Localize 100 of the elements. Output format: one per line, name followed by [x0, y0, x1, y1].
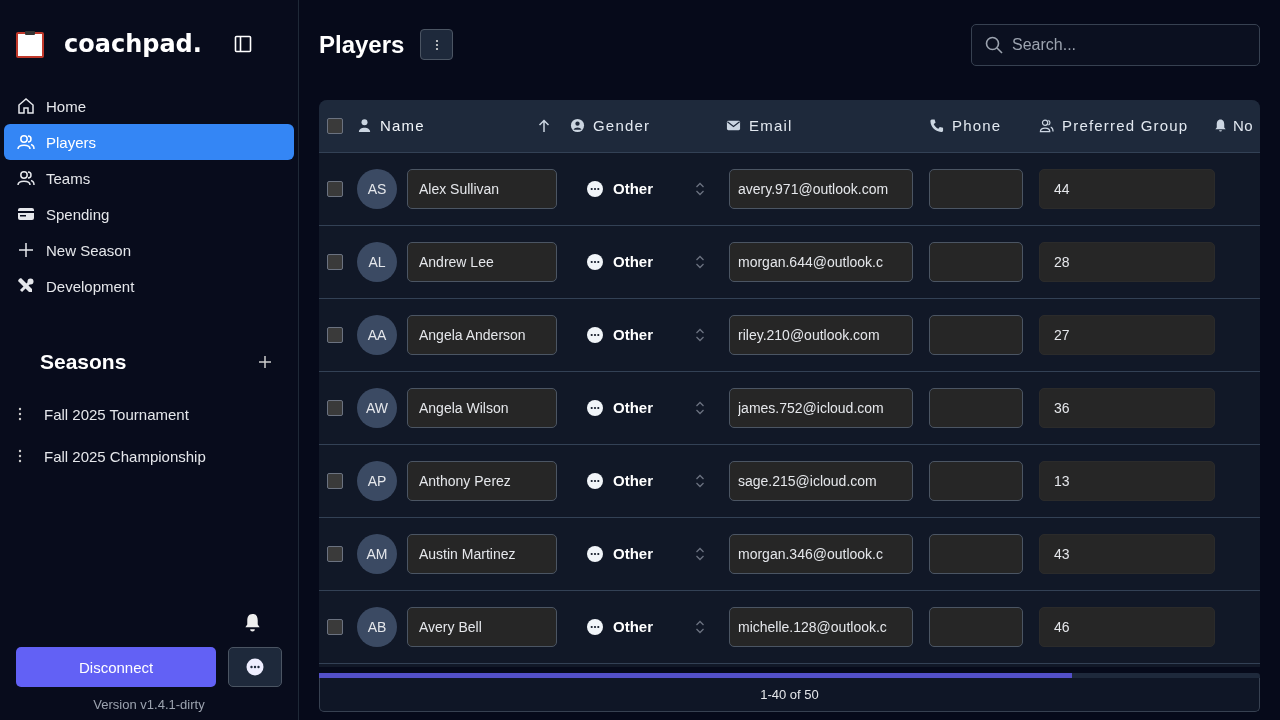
chat-button[interactable]: [228, 647, 282, 687]
season-item[interactable]: Fall 2025 Championship: [44, 447, 206, 465]
avatar: AM: [357, 533, 397, 574]
nav-item[interactable]: Spending: [4, 196, 294, 232]
section-title: Seasons: [40, 350, 127, 374]
gender-select[interactable]: Other: [562, 225, 721, 298]
phone-icon: [929, 118, 944, 134]
people-icon: [1039, 118, 1054, 134]
avatar: AW: [357, 387, 397, 428]
gender-select[interactable]: Other: [562, 152, 721, 225]
ellipsis-icon: [587, 253, 603, 270]
gender-select[interactable]: Other: [562, 517, 721, 590]
row-checkbox[interactable]: [327, 545, 343, 562]
person-circle-icon: [570, 118, 585, 134]
row-checkbox[interactable]: [327, 180, 343, 197]
email-field[interactable]: michelle.128@outlook.c: [729, 606, 913, 647]
column-header[interactable]: Preferred Group: [1062, 117, 1189, 135]
sort-arrow-icon[interactable]: [538, 118, 550, 133]
home-icon: [16, 96, 36, 116]
phone-field[interactable]: [929, 314, 1023, 355]
chevron-updown-icon: [695, 253, 705, 270]
phone-field[interactable]: [929, 168, 1023, 209]
disconnect-button[interactable]: Disconnect: [16, 647, 217, 687]
name-field[interactable]: Anthony Perez: [407, 460, 557, 501]
nav-item[interactable]: New Season: [4, 232, 294, 268]
avatar: AP: [357, 460, 397, 501]
phone-field[interactable]: [929, 387, 1023, 428]
gender-select[interactable]: Other: [562, 444, 721, 517]
group-field[interactable]: 27: [1039, 314, 1215, 355]
email-field[interactable]: morgan.346@outlook.c: [729, 533, 913, 574]
column-header[interactable]: Phone: [952, 117, 1002, 135]
column-header[interactable]: No: [1233, 117, 1254, 135]
name-field[interactable]: Avery Bell: [407, 606, 557, 647]
more-icon: [434, 38, 439, 51]
email-field[interactable]: avery.971@outlook.com: [729, 168, 913, 209]
ellipsis-icon: [587, 180, 603, 197]
avatar: AL: [357, 241, 397, 282]
group-field[interactable]: 43: [1039, 533, 1215, 574]
ellipsis-icon: [587, 326, 603, 343]
app-logo: coachpad.: [64, 30, 203, 58]
ellipsis-icon: [587, 545, 603, 562]
group-field[interactable]: 28: [1039, 241, 1215, 282]
plus-icon: [16, 240, 36, 260]
column-header[interactable]: Gender: [593, 117, 651, 135]
row-checkbox[interactable]: [327, 326, 343, 343]
email-field[interactable]: sage.215@icloud.com: [729, 460, 913, 501]
nav-item[interactable]: Players: [4, 124, 294, 160]
gender-select[interactable]: Other: [562, 590, 721, 663]
page-range: 1-40 of 50: [760, 687, 819, 703]
more-button[interactable]: [420, 29, 454, 61]
gender-select[interactable]: Other: [562, 298, 721, 371]
name-field[interactable]: Angela Wilson: [407, 387, 557, 428]
phone-field[interactable]: [929, 533, 1023, 574]
chevron-updown-icon: [695, 180, 705, 197]
avatar: AS: [357, 168, 397, 209]
row-checkbox[interactable]: [327, 399, 343, 416]
bell-icon[interactable]: [243, 612, 262, 633]
ellipsis-icon: [587, 399, 603, 416]
group-field[interactable]: 36: [1039, 387, 1215, 428]
group-field[interactable]: 44: [1039, 168, 1215, 209]
email-field[interactable]: morgan.644@outlook.c: [729, 241, 913, 282]
chevron-updown-icon: [695, 326, 705, 343]
avatar: AB: [357, 606, 397, 647]
name-field[interactable]: Austin Martinez: [407, 533, 557, 574]
name-field[interactable]: Angela Anderson: [407, 314, 557, 355]
select-all-checkbox[interactable]: [327, 117, 343, 134]
bell-icon: [1213, 118, 1228, 134]
season-item[interactable]: Fall 2025 Tournament: [44, 405, 189, 423]
phone-field[interactable]: [929, 460, 1023, 501]
chevron-updown-icon: [695, 399, 705, 416]
name-field[interactable]: Alex Sullivan: [407, 168, 557, 209]
search-field[interactable]: Search...: [971, 23, 1260, 66]
row-checkbox[interactable]: [327, 253, 343, 270]
ellipsis-icon: [587, 472, 603, 489]
sidebar-toggle-icon[interactable]: [234, 35, 252, 53]
email-field[interactable]: riley.210@outlook.com: [729, 314, 913, 355]
more-icon[interactable]: [18, 449, 22, 463]
group-field[interactable]: 13: [1039, 460, 1215, 501]
page-title: Players: [319, 30, 405, 59]
row-checkbox[interactable]: [327, 618, 343, 635]
chevron-updown-icon: [695, 472, 705, 489]
column-header[interactable]: Name: [380, 117, 425, 135]
version-label: Version v1.4.1-dirty: [92, 697, 206, 712]
add-icon[interactable]: [258, 355, 272, 369]
clipboard-logo-icon: [16, 30, 44, 58]
people-icon: [16, 132, 36, 152]
column-header[interactable]: Email: [749, 117, 793, 135]
gender-select[interactable]: Other: [562, 371, 721, 444]
row-checkbox[interactable]: [327, 472, 343, 489]
ellipsis-icon: [587, 618, 603, 635]
more-icon[interactable]: [18, 407, 22, 421]
nav-item[interactable]: Development: [4, 268, 294, 304]
phone-field[interactable]: [929, 241, 1023, 282]
name-field[interactable]: Andrew Lee: [407, 241, 557, 282]
people-icon: [16, 168, 36, 188]
group-field[interactable]: 46: [1039, 606, 1215, 647]
phone-field[interactable]: [929, 606, 1023, 647]
nav-item[interactable]: Teams: [4, 160, 294, 196]
nav-item[interactable]: Home: [4, 88, 294, 124]
email-field[interactable]: james.752@icloud.com: [729, 387, 913, 428]
